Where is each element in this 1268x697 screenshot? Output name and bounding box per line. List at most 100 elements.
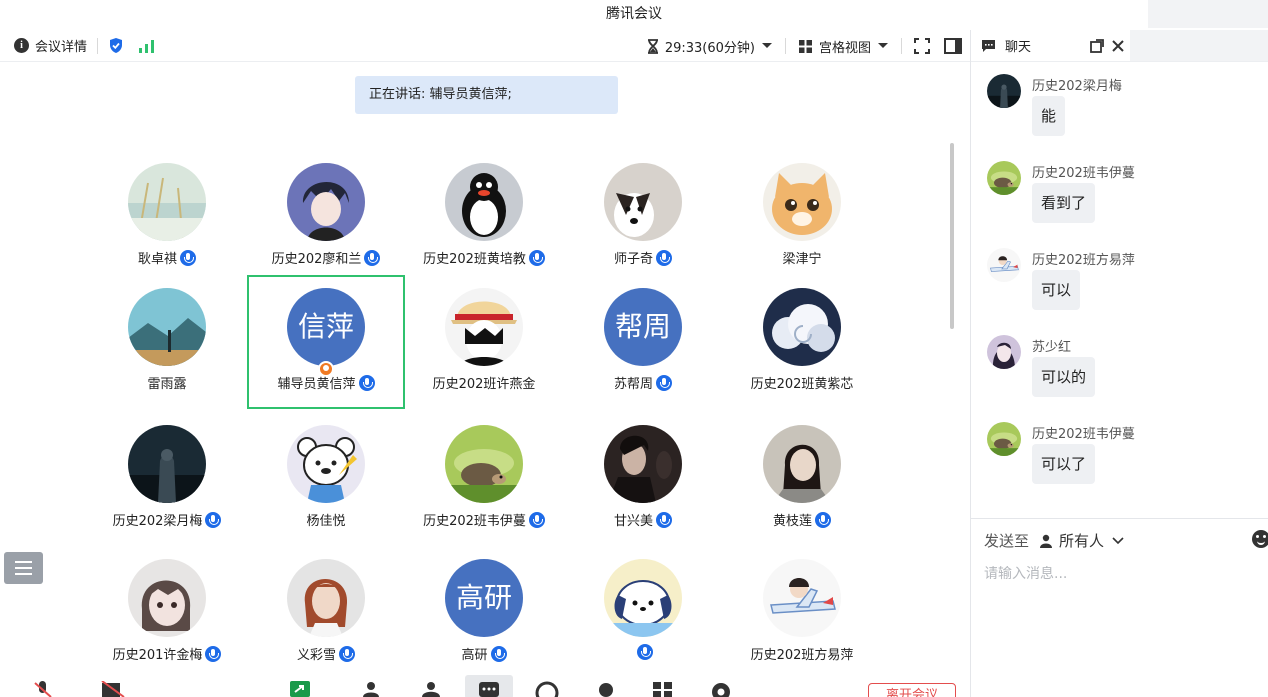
divider — [971, 518, 1268, 519]
apps-icon[interactable] — [652, 681, 674, 697]
participant-name: 历史202廖和兰 — [271, 252, 362, 267]
avatar — [604, 163, 682, 241]
chat-bubble: 看到了 — [1032, 183, 1096, 223]
participant-name-row: 杨佳悦 — [247, 510, 405, 529]
mic-icon — [528, 249, 545, 266]
record-icon[interactable] — [535, 681, 559, 697]
participant-tile[interactable]: 历史202班许燕金 — [405, 275, 563, 409]
participant-name-row: 苏帮周 — [564, 373, 722, 392]
popout-icon[interactable] — [1090, 39, 1104, 53]
raise-hand-icon[interactable] — [594, 681, 618, 697]
participant-tile[interactable]: 历史202梁月梅 — [88, 412, 246, 546]
participant-tile[interactable]: 历史201许金梅 — [88, 546, 246, 680]
participant-tile[interactable]: 历史202班韦伊蔓 — [405, 412, 563, 546]
participant-tile[interactable]: 帮周 苏帮周 — [564, 275, 722, 409]
participant-name: 师子奇 — [613, 252, 653, 267]
chat-icon[interactable] — [478, 681, 500, 697]
mic-icon — [205, 511, 222, 528]
settings-icon[interactable] — [710, 681, 732, 697]
invite-icon[interactable] — [360, 681, 382, 697]
fullscreen-icon[interactable] — [914, 38, 930, 54]
participant-tile[interactable]: 历史202班黄培教 — [405, 150, 563, 284]
chat-bubble: 能 — [1032, 96, 1066, 136]
chevron-down-icon[interactable] — [761, 42, 773, 50]
participant-tile[interactable]: 师子奇 — [564, 150, 722, 284]
participant-tile[interactable]: 甘兴美 — [564, 412, 722, 546]
camera-off-icon[interactable] — [100, 681, 126, 697]
participant-name: 历史202班许燕金 — [432, 377, 536, 392]
avatar — [287, 163, 365, 241]
participant-tile[interactable]: 耿卓祺 — [88, 150, 246, 284]
chat-header: 聊天 — [971, 30, 1268, 62]
side-panel-icon[interactable] — [944, 38, 962, 54]
send-to-value[interactable]: 所有人 — [1059, 530, 1104, 551]
chat-sender: 苏少红 — [1032, 340, 1072, 355]
participant-name: 辅导员黄信萍 — [277, 377, 356, 392]
participant-tile[interactable]: 历史202班方易萍 — [723, 546, 881, 680]
avatar — [763, 425, 841, 503]
signal-icon[interactable] — [138, 39, 156, 53]
send-to-selector[interactable]: 发送至 所有人 — [984, 530, 1124, 551]
chat-header-side — [1130, 30, 1268, 61]
share-screen-icon[interactable] — [289, 681, 311, 697]
chat-bubble: 可以了 — [1032, 444, 1096, 484]
chevron-down-icon[interactable] — [1112, 536, 1124, 545]
mic-icon — [180, 249, 196, 266]
participant-tile[interactable]: 信萍辅导员黄信萍 — [247, 275, 405, 409]
participant-name: 义彩雪 — [296, 648, 336, 663]
members-icon[interactable] — [418, 681, 444, 697]
participant-tile[interactable]: 高研 高研 — [405, 546, 563, 680]
chevron-down-icon[interactable] — [877, 42, 889, 50]
meeting-info-button[interactable]: 会议详情 — [35, 36, 87, 55]
bottom-toolbar — [0, 673, 970, 697]
participant-tile[interactable]: 黄枝莲 — [723, 412, 881, 546]
mic-muted-icon[interactable] — [32, 681, 54, 697]
mic-icon — [656, 511, 672, 528]
mic-icon — [656, 374, 672, 391]
avatar — [763, 288, 841, 366]
mic-icon — [364, 249, 381, 266]
chat-bubble: 可以 — [1032, 270, 1081, 310]
participant-tile[interactable]: 义彩雪 — [247, 546, 405, 680]
emoji-icon[interactable] — [1252, 530, 1268, 548]
avatar — [128, 163, 206, 241]
mic-icon — [339, 645, 355, 662]
mic-icon — [815, 511, 831, 528]
participant-tile[interactable]: 历史202廖和兰 — [247, 150, 405, 284]
hourglass-icon — [647, 38, 658, 54]
participant-name-row: 历史202梁月梅 — [88, 510, 246, 529]
shield-icon[interactable] — [108, 37, 124, 54]
participant-tile[interactable]: 雷雨露 — [88, 275, 246, 409]
participant-name: 历史202班黄紫芯 — [750, 377, 854, 392]
avatar — [763, 163, 841, 241]
grid-view-icon[interactable] — [798, 39, 813, 54]
divider — [901, 38, 902, 54]
participant-tile[interactable]: 梁津宁 — [723, 150, 881, 284]
participant-tile[interactable] — [564, 546, 722, 680]
avatar — [604, 425, 682, 503]
info-icon[interactable]: i — [14, 38, 29, 53]
avatar: 信萍 — [287, 288, 365, 366]
avatar — [987, 74, 1021, 108]
view-mode-button[interactable]: 宫格视图 — [819, 37, 871, 56]
participant-name-row: 历史202班许燕金 — [405, 373, 563, 392]
chat-input[interactable] — [984, 566, 1254, 582]
participant-list-button[interactable] — [4, 552, 43, 584]
chat-sender: 历史202班方易萍 — [1032, 253, 1135, 268]
avatar — [128, 425, 206, 503]
participant-name: 历史202班方易萍 — [750, 648, 854, 663]
participant-name: 历史202梁月梅 — [112, 514, 203, 529]
participant-name: 甘兴美 — [613, 514, 653, 529]
grid-scrollbar[interactable] — [950, 143, 954, 329]
chat-sender: 历史202班韦伊蔓 — [1032, 427, 1135, 442]
close-icon[interactable] — [1112, 40, 1124, 52]
participant-name-row: 梁津宁 — [723, 248, 881, 267]
participant-tile[interactable]: 杨佳悦 — [247, 412, 405, 546]
speaking-indicator: 正在讲话: 辅导员黄信萍; — [355, 76, 618, 114]
participant-name-row: 历史202班方易萍 — [723, 644, 881, 663]
chat-bubble-icon — [982, 39, 995, 52]
leave-meeting-button[interactable]: 离开会议 — [868, 683, 956, 697]
participant-tile[interactable]: 历史202班黄紫芯 — [723, 275, 881, 409]
participant-name-row — [564, 644, 722, 660]
window-title: 腾讯会议 — [606, 6, 662, 22]
